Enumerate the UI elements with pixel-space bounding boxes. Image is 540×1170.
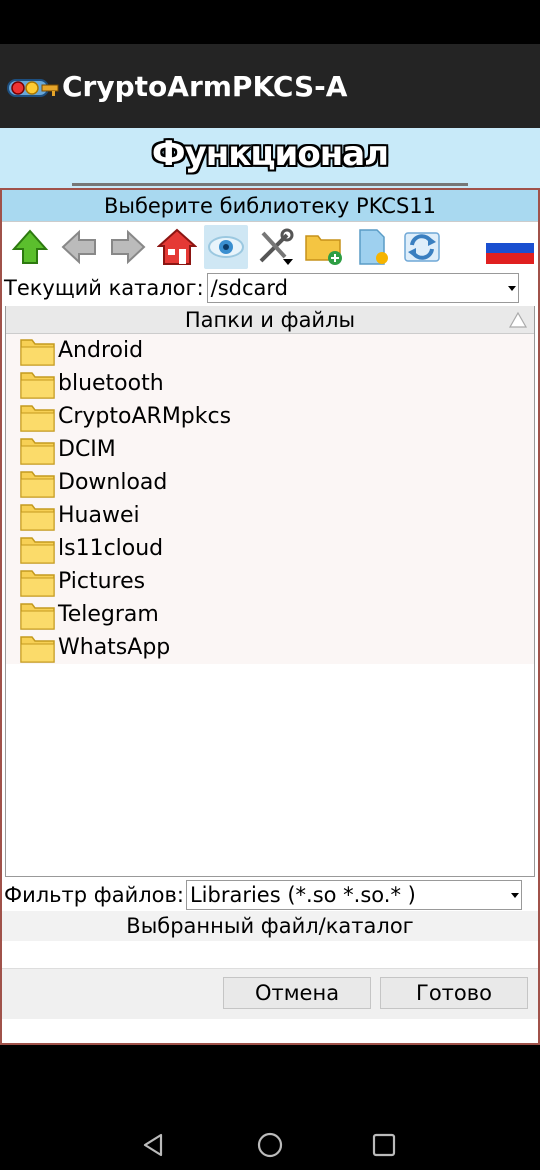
russian-flag-icon [486,232,534,264]
status-bar [0,0,540,44]
selected-file-field[interactable] [2,941,538,969]
selected-file-label: Выбранный файл/каталог [2,911,538,941]
back-button[interactable] [57,225,101,269]
list-item[interactable]: WhatsApp [6,631,534,664]
list-item[interactable]: Telegram [6,598,534,631]
filter-label: Фильтр файлов: [4,883,184,907]
list-item-label: Pictures [58,569,146,594]
list-item-label: CryptoARMpkcs [58,404,232,429]
list-item-label: Android [58,338,144,363]
refresh-button[interactable] [400,225,444,269]
system-nav-bar [0,1045,540,1170]
home-icon [157,228,197,265]
list-item[interactable]: ls11cloud [6,532,534,565]
file-dialog: Выберите библиотеку PKCS11 Текущий катал… [0,188,540,1045]
folder-icon [20,602,55,630]
toolbar [2,222,538,272]
current-dir-label: Текущий каталог: [4,276,204,300]
filter-combo[interactable]: Libraries (*.so *.so.* ) [185,880,522,910]
app-title: CryptoArmPKCS-A [62,69,348,103]
filter-row: Фильтр файлов: Libraries (*.so *.so.* ) [2,879,538,911]
list-item[interactable]: Download [6,466,534,499]
list-item[interactable]: Huawei [6,499,534,532]
list-item-label: Telegram [58,602,159,627]
cancel-button[interactable]: Отмена [223,977,371,1009]
nav-home-button[interactable] [250,1125,290,1165]
list-item[interactable]: Android [6,334,534,367]
triangle-back-icon [143,1133,163,1157]
current-dir-combo[interactable]: /sdcard [206,273,519,303]
up-icon [11,229,49,264]
language-button[interactable] [486,232,534,264]
folder-icon [20,569,55,597]
nav-recents-button[interactable] [364,1125,404,1165]
view-button[interactable] [204,225,248,269]
list-item-label: DCIM [58,437,116,462]
tools-icon [259,228,294,265]
dialog-title: Выберите библиотеку PKCS11 [2,190,538,222]
list-item[interactable]: DCIM [6,433,534,466]
current-dir-value: /sdcard [210,276,289,300]
view-icon [208,236,244,258]
app-logo-icon [6,66,60,106]
section-title: Функционал [151,134,389,174]
list-item[interactable]: bluetooth [6,367,534,400]
up-button[interactable] [8,225,52,269]
app-bar: CryptoArmPKCS-A [0,44,540,128]
section-header: Функционал [0,128,540,188]
nav-back-button[interactable] [134,1125,174,1165]
chevron-down-icon [506,274,518,302]
list-item[interactable]: CryptoARMpkcs [6,400,534,433]
file-list-panel[interactable]: Папки и файлы Android bluetooth CryptoAR… [5,306,535,877]
folder-icon [20,503,55,531]
home-button[interactable] [155,225,199,269]
new-file-button[interactable] [351,225,395,269]
chevron-down-icon [509,881,521,909]
list-item-label: WhatsApp [58,635,171,660]
file-list: Android bluetooth CryptoARMpkcs DCIM Dow… [6,334,534,664]
back-icon [61,229,96,265]
folder-icon [20,437,55,465]
done-button[interactable]: Готово [380,977,528,1009]
folder-icon [20,635,55,663]
filter-value: Libraries (*.so *.so.* ) [189,883,416,907]
list-header-label: Папки и файлы [184,308,356,332]
new-file-icon [359,229,388,265]
folder-icon [20,371,55,399]
list-item[interactable]: Pictures [6,565,534,598]
tools-button[interactable] [253,225,297,269]
new-folder-button[interactable] [302,225,346,269]
section-underline [72,183,468,186]
new-folder-icon [305,235,342,265]
folder-icon [20,470,55,498]
circle-home-icon [257,1132,283,1158]
list-item-label: bluetooth [58,371,164,396]
folder-icon [20,404,55,432]
folder-icon [20,338,55,366]
folder-icon [20,536,55,564]
dialog-button-bar: Отмена Готово [2,969,538,1019]
forward-button[interactable] [106,225,150,269]
list-header[interactable]: Папки и файлы [6,306,534,334]
list-item-label: Download [58,470,168,495]
list-item-label: Huawei [58,503,140,528]
forward-icon [111,229,146,265]
sort-icon [508,311,528,328]
current-dir-row: Текущий каталог: /sdcard [2,272,538,304]
list-item-label: ls11cloud [58,536,164,561]
refresh-icon [404,232,440,262]
square-recents-icon [372,1133,396,1157]
